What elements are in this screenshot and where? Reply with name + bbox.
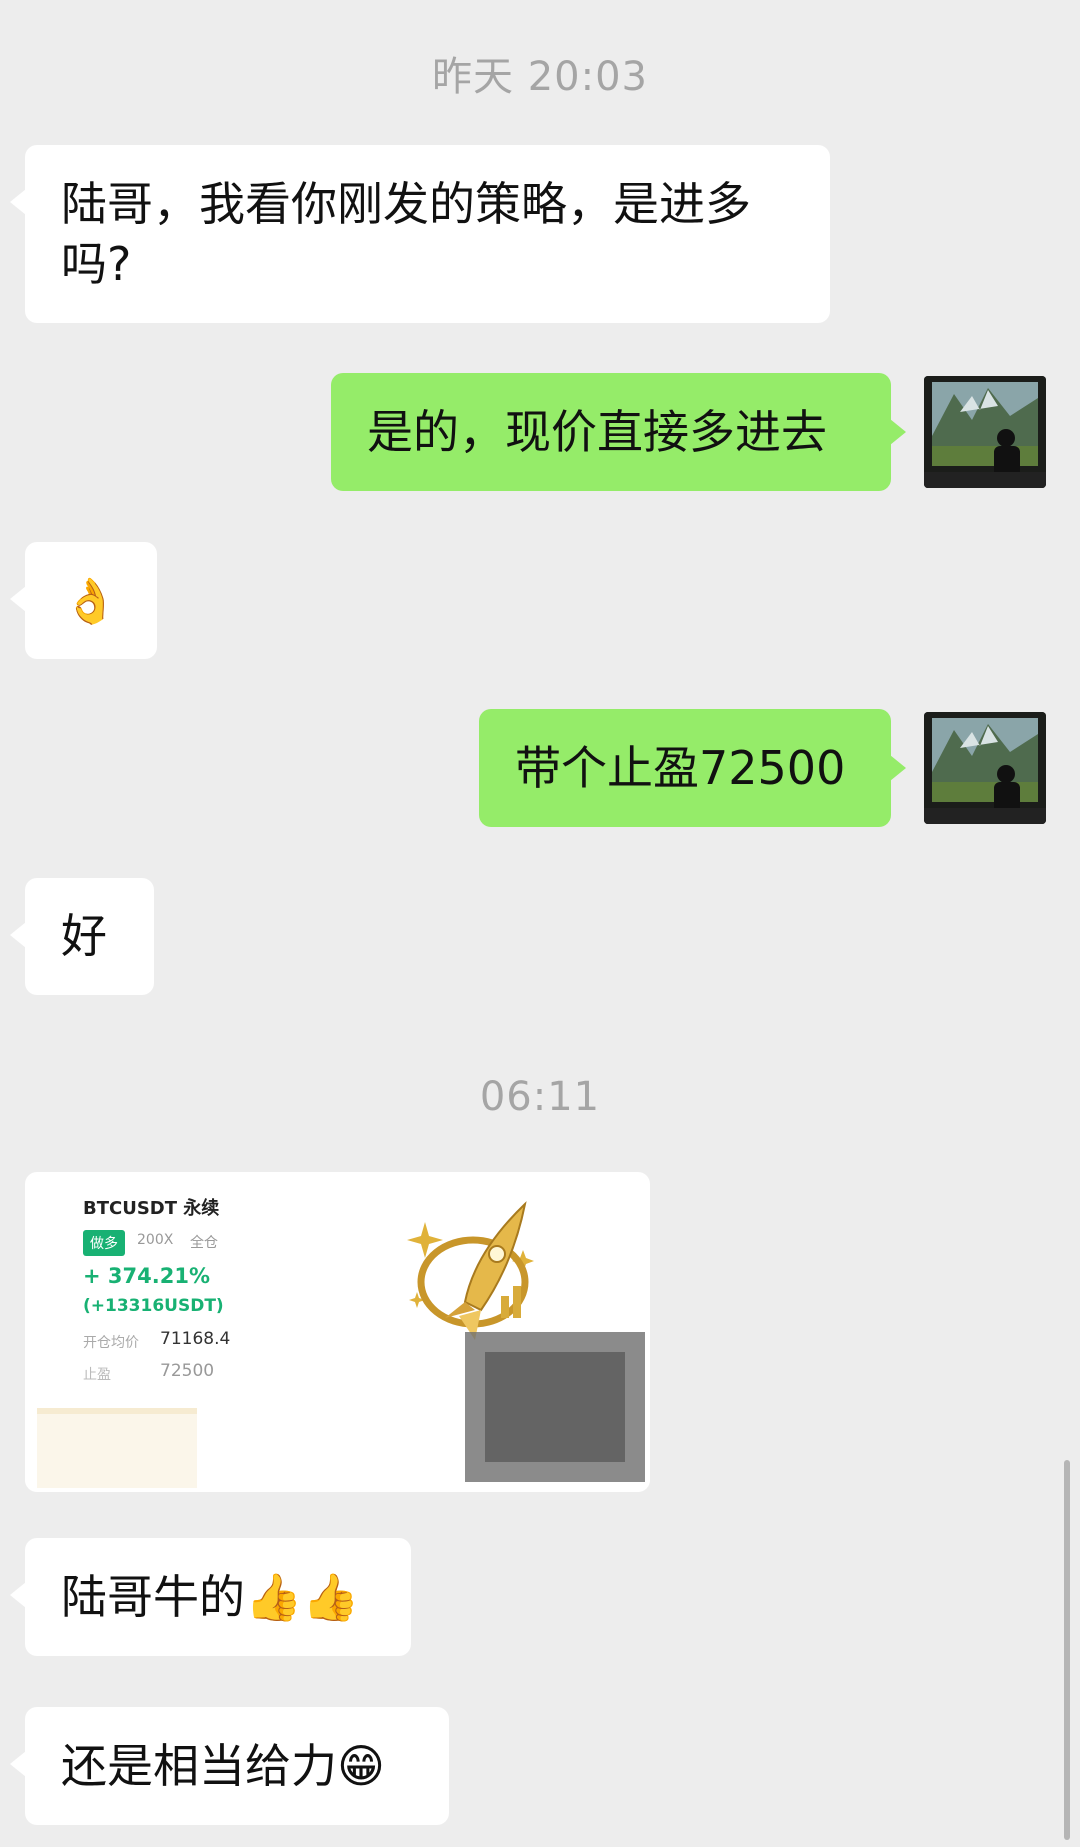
trade-symbol: BTCUSDT 永续 <box>83 1198 220 1219</box>
avatar-image <box>924 376 1046 488</box>
message-outgoing[interactable]: 带个止盈72500 <box>479 709 906 827</box>
message-text: 带个止盈72500 <box>515 741 846 795</box>
take-profit-label: 止盈 <box>83 1367 111 1383</box>
message-incoming[interactable]: 👌 <box>10 542 157 659</box>
entry-price-label: 开仓均价 <box>83 1335 139 1351</box>
message-incoming[interactable]: 还是相当给力😁 <box>10 1707 449 1825</box>
message-incoming[interactable]: 陆哥，我看你刚发的策略，是进多吗? <box>10 145 830 323</box>
entry-price-value: 71168.4 <box>160 1329 231 1349</box>
scrollbar[interactable] <box>1064 1460 1070 1840</box>
message-text: 还是相当给力😁 <box>61 1739 385 1793</box>
avatar[interactable] <box>924 376 1046 488</box>
take-profit-value: 72500 <box>160 1361 215 1381</box>
margin-mode-label: 全仓 <box>190 1235 218 1251</box>
avatar[interactable] <box>924 712 1046 824</box>
side-badge: 做多 <box>83 1230 125 1256</box>
chat-view[interactable]: 昨天 20:03 陆哥，我看你刚发的策略，是进多吗? 是的，现价直接多进去 👌 … <box>0 0 1080 1847</box>
pnl-percent: + 374.21% <box>83 1264 210 1288</box>
timestamp: 昨天 20:03 <box>432 54 648 100</box>
message-incoming[interactable]: 陆哥牛的👍👍 <box>10 1538 411 1656</box>
avatar-image <box>924 712 1046 824</box>
message-incoming[interactable]: 好 <box>10 878 154 995</box>
message-text: 陆哥，我看你刚发的策略，是进多吗? <box>61 177 751 291</box>
timestamp: 06:11 <box>479 1074 601 1120</box>
message-outgoing[interactable]: 是的，现价直接多进去 <box>331 373 906 491</box>
ok-hand-emoji: 👌 <box>63 576 118 627</box>
scribble-redaction <box>465 1332 645 1482</box>
trade-screenshot-image[interactable]: BTCUSDT 永续 做多 200X 全仓 + 374.21% (+13316U… <box>25 1172 650 1492</box>
leverage-label: 200X <box>137 1232 174 1248</box>
pnl-amount: (+13316USDT) <box>83 1296 224 1316</box>
message-text: 陆哥牛的👍👍 <box>61 1570 360 1624</box>
message-text: 是的，现价直接多进去 <box>367 405 827 459</box>
message-text: 好 <box>61 909 107 963</box>
